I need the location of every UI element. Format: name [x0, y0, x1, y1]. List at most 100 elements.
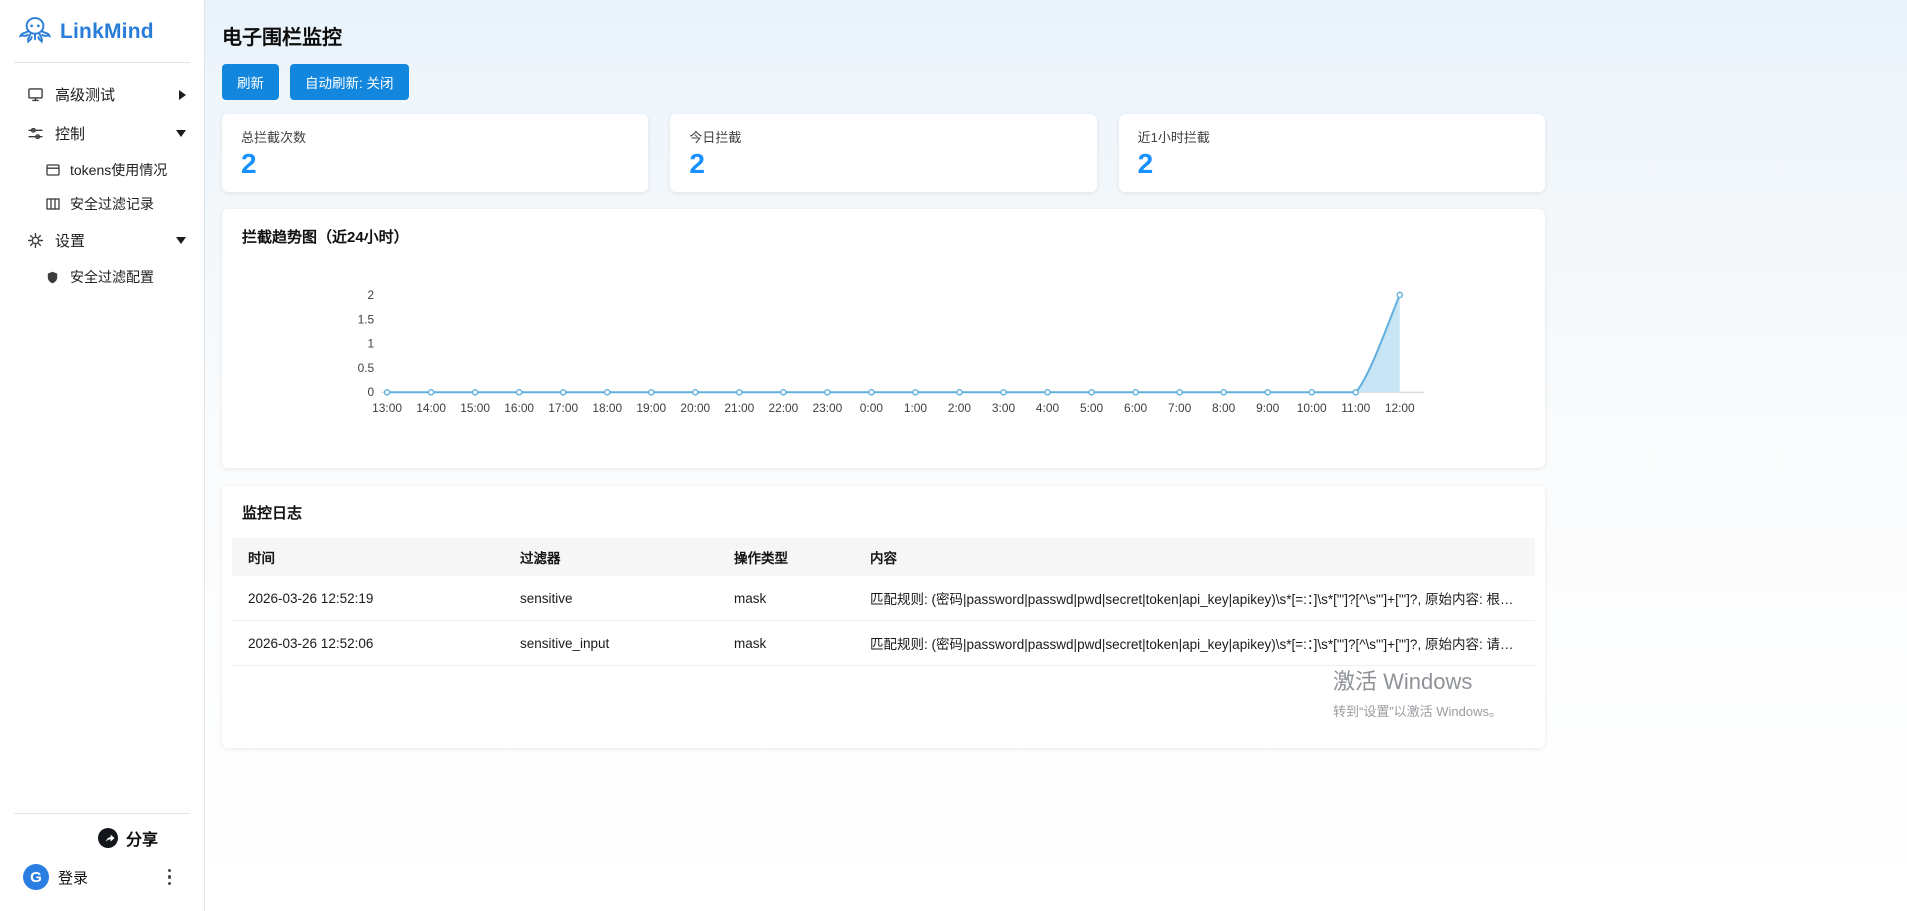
sidebar-item-label: 安全过滤配置: [70, 269, 154, 285]
svg-text:9:00: 9:00: [1256, 402, 1280, 416]
share-icon: [97, 828, 118, 848]
col-header-time: 时间: [232, 538, 504, 577]
svg-text:20:00: 20:00: [680, 402, 710, 416]
log-action: mask: [718, 576, 854, 622]
stat-value: 2: [1137, 148, 1154, 179]
svg-text:22:00: 22:00: [768, 402, 798, 416]
svg-text:14:00: 14:00: [416, 402, 446, 416]
sidebar-item-tokens-usage[interactable]: tokens使用情况: [0, 153, 204, 187]
svg-text:12:00: 12:00: [1385, 402, 1415, 416]
table-row: 2026-03-26 12:52:19 sensitive mask 匹配规则:…: [232, 576, 1535, 622]
svg-text:10:00: 10:00: [1297, 402, 1327, 416]
svg-text:4:00: 4:00: [1036, 402, 1060, 416]
log-table-title: 监控日志: [242, 505, 303, 523]
sidebar-item-label: 高级测试: [55, 87, 116, 104]
share-label: 分享: [125, 832, 158, 849]
window-icon: [44, 162, 61, 179]
sidebar-item-security-filter-records[interactable]: 安全过滤记录: [0, 187, 204, 221]
svg-text:11:00: 11:00: [1341, 402, 1370, 416]
sidebar-bottom: 分享 G 登录: [0, 813, 204, 911]
log-filter: sensitive: [504, 576, 718, 622]
svg-text:5:00: 5:00: [1080, 402, 1104, 416]
svg-text:21:00: 21:00: [724, 402, 754, 416]
toolbar: 刷新 自动刷新: 关闭: [222, 64, 1545, 100]
login-button[interactable]: G 登录: [17, 863, 94, 891]
log-content: 匹配规则: (密码|password|passwd|pwd|secret|tok…: [854, 576, 1535, 622]
main-content: 电子围栏监控 刷新 自动刷新: 关闭 总拦截次数 2 今日拦截 2 近1小时拦截…: [205, 0, 1907, 911]
trend-chart-card: 拦截趋势图（近24小时） 0 0.5 1 1.5 2 13:00 14:00 15:00 16:…: [222, 209, 1545, 469]
stat-value: 2: [241, 148, 257, 179]
auto-refresh-toggle-button[interactable]: 自动刷新: 关闭: [290, 64, 409, 100]
gitee-login-icon: G: [23, 864, 49, 890]
svg-text:0:00: 0:00: [860, 402, 884, 416]
chart-title: 拦截趋势图（近24小时）: [242, 229, 409, 247]
sliders-icon: [27, 125, 44, 142]
sidebar-menu: 高级测试 控制 tokens使用情况 安全过滤记录 设置 安全过滤配置: [0, 63, 204, 294]
page-title: 电子围栏监控: [222, 27, 342, 49]
log-filter: sensitive_input: [504, 620, 718, 667]
logo[interactable]: LinkMind: [0, 0, 204, 62]
sidebar-item-label: 安全过滤记录: [70, 196, 154, 212]
svg-text:17:00: 17:00: [548, 402, 578, 416]
col-header-content: 内容: [854, 538, 1535, 577]
caret-down-icon: [176, 130, 186, 137]
log-time: 2026-03-26 12:52:19: [232, 576, 504, 622]
stat-label: 今日拦截: [689, 130, 742, 145]
svg-text:0.5: 0.5: [358, 361, 375, 375]
app-root: LinkMind 高级测试 控制 tokens使用情况 安全过滤记录 设置 安全…: [0, 0, 1907, 911]
svg-text:8:00: 8:00: [1212, 402, 1236, 416]
stat-card-today-intercepts: 今日拦截 2: [670, 114, 1097, 193]
stats-row: 总拦截次数 2 今日拦截 2 近1小时拦截 2: [222, 114, 1545, 193]
log-time: 2026-03-26 12:52:06: [232, 620, 504, 667]
log-content: 匹配规则: (密码|password|passwd|pwd|secret|tok…: [854, 620, 1535, 667]
stat-card-last-hour-intercepts: 近1小时拦截 2: [1118, 114, 1545, 193]
stat-value: 2: [689, 148, 705, 179]
svg-text:1: 1: [368, 337, 375, 351]
sidebar-item-label: tokens使用情况: [70, 162, 168, 178]
sidebar-item-control[interactable]: 控制: [0, 114, 204, 153]
svg-text:23:00: 23:00: [812, 402, 842, 416]
shield-icon: [44, 269, 61, 286]
col-header-filter: 过滤器: [504, 538, 718, 577]
sidebar-item-settings[interactable]: 设置: [0, 221, 204, 260]
kebab-menu-icon[interactable]: [165, 864, 175, 890]
log-table: 时间 过滤器 操作类型 内容 2026-03-26 12:52:19 sensi…: [232, 538, 1535, 667]
svg-text:1:00: 1:00: [904, 402, 928, 416]
svg-text:15:00: 15:00: [460, 402, 490, 416]
svg-text:2:00: 2:00: [948, 402, 972, 416]
sidebar-item-label: 设置: [55, 233, 86, 250]
gear-icon: [27, 232, 44, 249]
sidebar-item-label: 控制: [55, 126, 86, 143]
grid-icon: [44, 196, 61, 213]
svg-text:6:00: 6:00: [1124, 402, 1148, 416]
svg-text:0: 0: [368, 386, 375, 400]
logo-text: LinkMind: [60, 20, 154, 43]
intercept-trend-line-chart: 0 0.5 1 1.5 2 13:00 14:00 15:00 16:00 17:00 18:00 1…: [358, 289, 1425, 416]
svg-text:13:00: 13:00: [372, 402, 402, 416]
monitor-log-card: 监控日志 时间 过滤器 操作类型 内容 2026-03-26 12:52:19: [222, 486, 1545, 749]
svg-text:19:00: 19:00: [636, 402, 666, 416]
sidebar: LinkMind 高级测试 控制 tokens使用情况 安全过滤记录 设置 安全…: [0, 0, 205, 911]
sidebar-item-security-filter-config[interactable]: 安全过滤配置: [0, 260, 204, 294]
log-table-header-row: 时间 过滤器 操作类型 内容: [232, 538, 1535, 577]
table-row: 2026-03-26 12:52:06 sensitive_input mask…: [232, 620, 1535, 667]
svg-text:18:00: 18:00: [592, 402, 622, 416]
sidebar-item-advanced-test[interactable]: 高级测试: [0, 75, 204, 114]
svg-text:1.5: 1.5: [358, 313, 375, 327]
refresh-button[interactable]: 刷新: [222, 64, 279, 100]
caret-right-icon: [179, 89, 186, 100]
svg-text:2: 2: [368, 289, 375, 302]
log-action: mask: [718, 620, 854, 667]
svg-text:3:00: 3:00: [992, 402, 1016, 416]
col-header-action-type: 操作类型: [718, 538, 854, 577]
share-button[interactable]: 分享: [92, 825, 164, 851]
stat-card-total-intercepts: 总拦截次数 2: [222, 114, 649, 193]
linkmind-logo-icon: [18, 17, 52, 44]
login-label: 登录: [58, 869, 89, 887]
stat-label: 近1小时拦截: [1137, 130, 1210, 145]
svg-text:16:00: 16:00: [504, 402, 534, 416]
monitor-icon: [27, 86, 44, 103]
svg-text:7:00: 7:00: [1168, 402, 1192, 416]
caret-down-icon: [176, 237, 186, 244]
stat-label: 总拦截次数: [241, 130, 307, 145]
